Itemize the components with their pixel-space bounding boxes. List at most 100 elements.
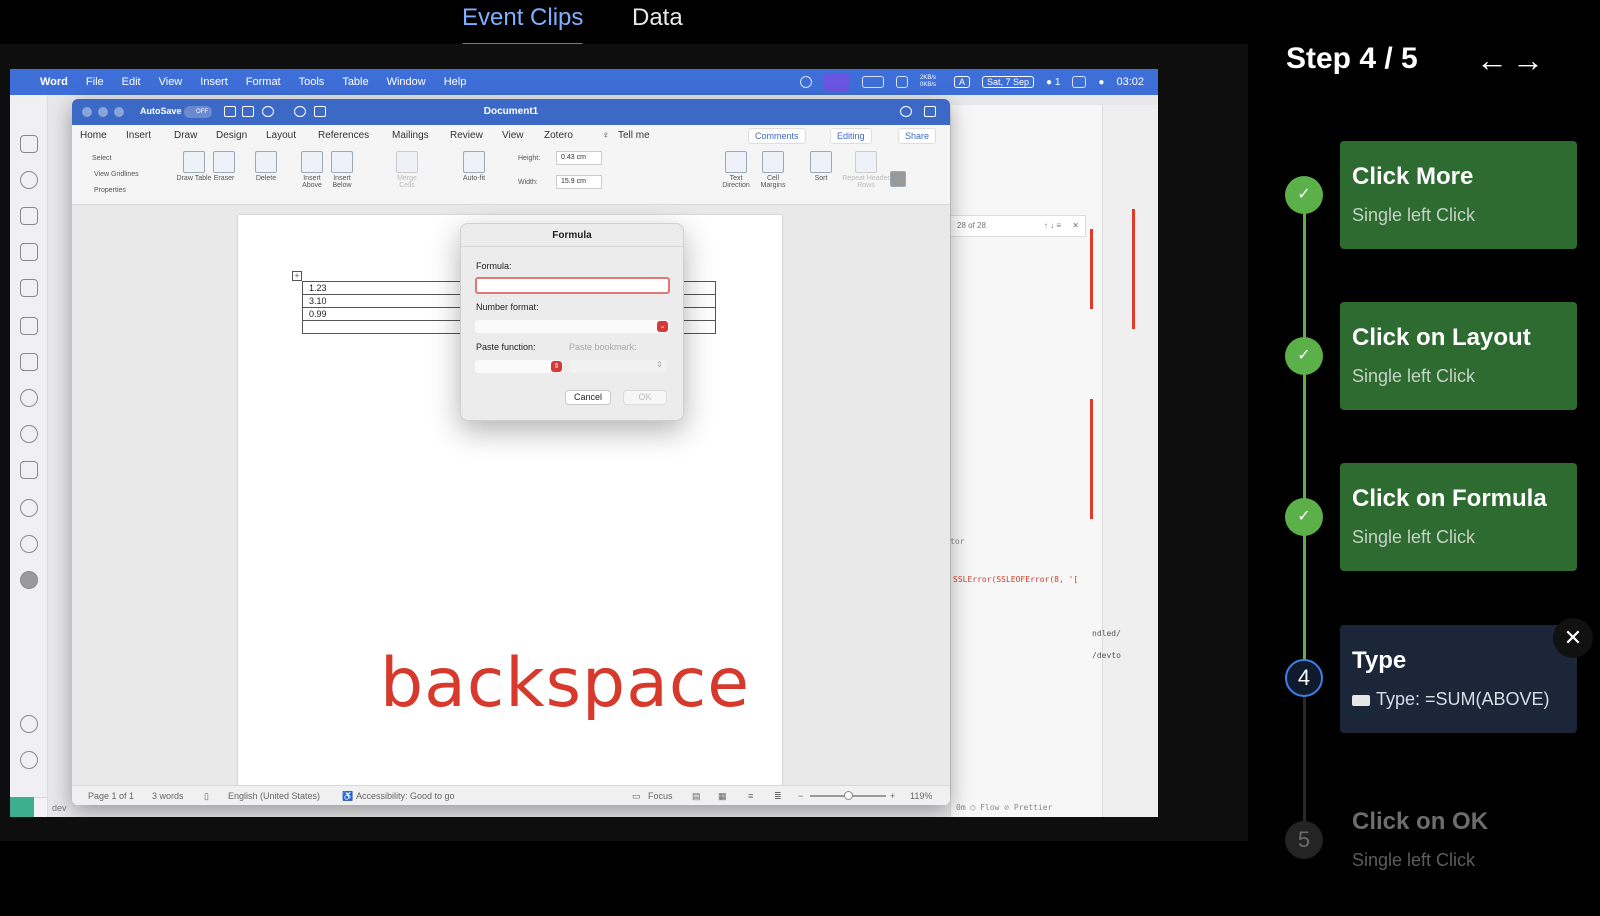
ribbon-tab-review[interactable]: Review — [450, 130, 483, 141]
ribbon-tab-layout[interactable]: Layout — [266, 130, 296, 141]
table-cell[interactable]: 3.10 — [302, 294, 463, 308]
focus-button[interactable]: Focus — [648, 791, 673, 801]
branch-label[interactable]: dev — [52, 803, 67, 813]
draft-icon[interactable]: ≣ — [774, 791, 782, 802]
accessibility-icon[interactable]: ♿ — [342, 791, 353, 802]
testing-icon[interactable] — [20, 353, 38, 371]
ribbon-tab-mailings[interactable]: Mailings — [392, 130, 429, 141]
view-gridlines-button[interactable]: View Gridlines — [94, 171, 139, 178]
zoom-slider-handle[interactable] — [844, 791, 853, 800]
remote-explorer-icon[interactable] — [20, 317, 38, 335]
account-icon[interactable] — [20, 715, 38, 733]
repeat-header-rows-button[interactable]: Repeat Header Rows — [842, 151, 890, 189]
table-cell[interactable] — [302, 320, 463, 334]
step-card-1[interactable]: Click More Single left Click — [1340, 141, 1577, 249]
auto-fit-button[interactable]: Auto-fit — [456, 151, 492, 182]
menu-insert[interactable]: Insert — [200, 76, 228, 88]
find-next-icon[interactable]: ↑ ↓ ≡ — [1044, 221, 1061, 230]
formula-input[interactable] — [475, 277, 670, 294]
formula-fx-icon[interactable] — [890, 171, 906, 187]
arrow-right-icon[interactable]: → — [1512, 42, 1544, 79]
language[interactable]: English (United States) — [228, 791, 320, 801]
step-card-2[interactable]: Click on Layout Single left Click — [1340, 302, 1577, 410]
menu-tools[interactable]: Tools — [299, 76, 325, 88]
find-close-icon[interactable]: ✕ — [1072, 221, 1079, 230]
step-card-3[interactable]: Click on Formula Single left Click — [1340, 463, 1577, 571]
flow-label[interactable]: Flow — [980, 803, 999, 812]
text-direction-button[interactable]: Text Direction — [716, 151, 756, 189]
proofing-icon[interactable]: ▯ — [204, 791, 209, 802]
ok-button[interactable]: OK — [623, 390, 667, 405]
menu-help[interactable]: Help — [444, 76, 467, 88]
accessibility-status[interactable]: Accessibility: Good to go — [356, 791, 455, 801]
tell-me[interactable]: Tell me — [618, 130, 650, 141]
step-card-4[interactable]: Type Type: =SUM(ABOVE) — [1340, 625, 1577, 733]
table-cell[interactable]: 1.23 — [302, 281, 463, 295]
settings-gear-icon[interactable] — [20, 751, 38, 769]
input-indicator[interactable]: A — [953, 76, 970, 88]
source-control-icon[interactable] — [20, 207, 38, 225]
screen-record-icon[interactable] — [823, 73, 850, 91]
comments-button[interactable]: Comments — [748, 128, 806, 144]
ribbon-tab-view[interactable]: View — [502, 130, 524, 141]
timeline-icon[interactable] — [20, 499, 38, 517]
menu-word[interactable]: Word — [40, 76, 68, 88]
cat-icon[interactable] — [895, 76, 908, 88]
docker-icon[interactable] — [20, 461, 38, 479]
paste-function-select[interactable]: ⇕ — [475, 360, 563, 373]
remote-indicator[interactable] — [10, 797, 34, 817]
table-move-handle-icon[interactable]: + — [292, 271, 302, 281]
tell-me-icon[interactable]: ♀ — [602, 130, 610, 141]
insert-below-button[interactable]: Insert Below — [326, 151, 358, 189]
menu-format[interactable]: Format — [246, 76, 281, 88]
files-icon[interactable] — [20, 135, 38, 153]
ribbon-tab-design[interactable]: Design — [216, 130, 247, 141]
menu-edit[interactable]: Edit — [122, 76, 141, 88]
battery-icon[interactable] — [861, 76, 884, 88]
sort-button[interactable]: Sort — [808, 151, 834, 182]
menu-view[interactable]: View — [159, 76, 183, 88]
cancel-button[interactable]: Cancel — [565, 390, 611, 405]
outline-icon[interactable]: ≡ — [748, 791, 753, 801]
arrow-left-icon[interactable]: ← — [1476, 42, 1508, 79]
insert-above-button[interactable]: Insert Above — [296, 151, 328, 189]
select-button[interactable]: Select — [92, 155, 111, 162]
search-icon[interactable] — [20, 171, 38, 189]
extensions-icon[interactable] — [20, 279, 38, 297]
ribbon-tab-insert[interactable]: Insert — [126, 130, 151, 141]
height-field[interactable]: 0.43 cm — [556, 151, 602, 165]
focus-icon[interactable]: ▭ — [632, 791, 641, 802]
menubar-date[interactable]: Sat, 7 Sep — [982, 76, 1035, 88]
word-count[interactable]: 3 words — [152, 791, 184, 801]
eraser-icon[interactable] — [799, 76, 812, 88]
ribbon-tab-home[interactable]: Home — [80, 130, 107, 141]
share-button[interactable]: Share — [898, 128, 937, 144]
print-layout-icon[interactable]: ▤ — [692, 791, 701, 802]
editing-button[interactable]: Editing — [830, 128, 872, 144]
wechat-icon[interactable]: ● 1 — [1046, 77, 1060, 88]
json-icon[interactable] — [20, 571, 38, 589]
siri-icon[interactable]: ● — [1098, 77, 1104, 88]
zoom-out-icon[interactable]: − — [798, 791, 803, 801]
find-widget[interactable]: 28 of 28 ↑ ↓ ≡ ✕ — [950, 215, 1086, 237]
tab-event-clips[interactable]: Event Clips — [462, 4, 584, 46]
tree-icon[interactable] — [20, 389, 38, 407]
properties-button[interactable]: Properties — [94, 187, 126, 194]
web-layout-icon[interactable]: ▦ — [718, 791, 727, 802]
control-center-icon[interactable] — [1072, 76, 1087, 88]
zoom-in-icon[interactable]: + — [890, 791, 895, 801]
table-cell[interactable]: 0.99 — [302, 307, 463, 321]
menu-table[interactable]: Table — [342, 76, 368, 88]
width-field[interactable]: 15.9 cm — [556, 175, 602, 189]
prettier-label[interactable]: Prettier — [1014, 803, 1053, 812]
cell-margins-button[interactable]: Cell Margins — [756, 151, 790, 189]
zoom-level[interactable]: 119% — [910, 791, 932, 801]
delete-button[interactable]: Delete — [248, 151, 284, 182]
share-people-icon[interactable] — [924, 106, 936, 117]
paste-bookmark-select[interactable]: ⇕ — [569, 360, 667, 373]
run-debug-icon[interactable] — [20, 243, 38, 261]
step-card-5[interactable]: Click on OK Single left Click — [1340, 786, 1577, 894]
search-icon[interactable] — [900, 106, 912, 117]
ribbon-tab-references[interactable]: References — [318, 130, 369, 141]
number-format-select[interactable]: ⌄ — [475, 320, 669, 333]
